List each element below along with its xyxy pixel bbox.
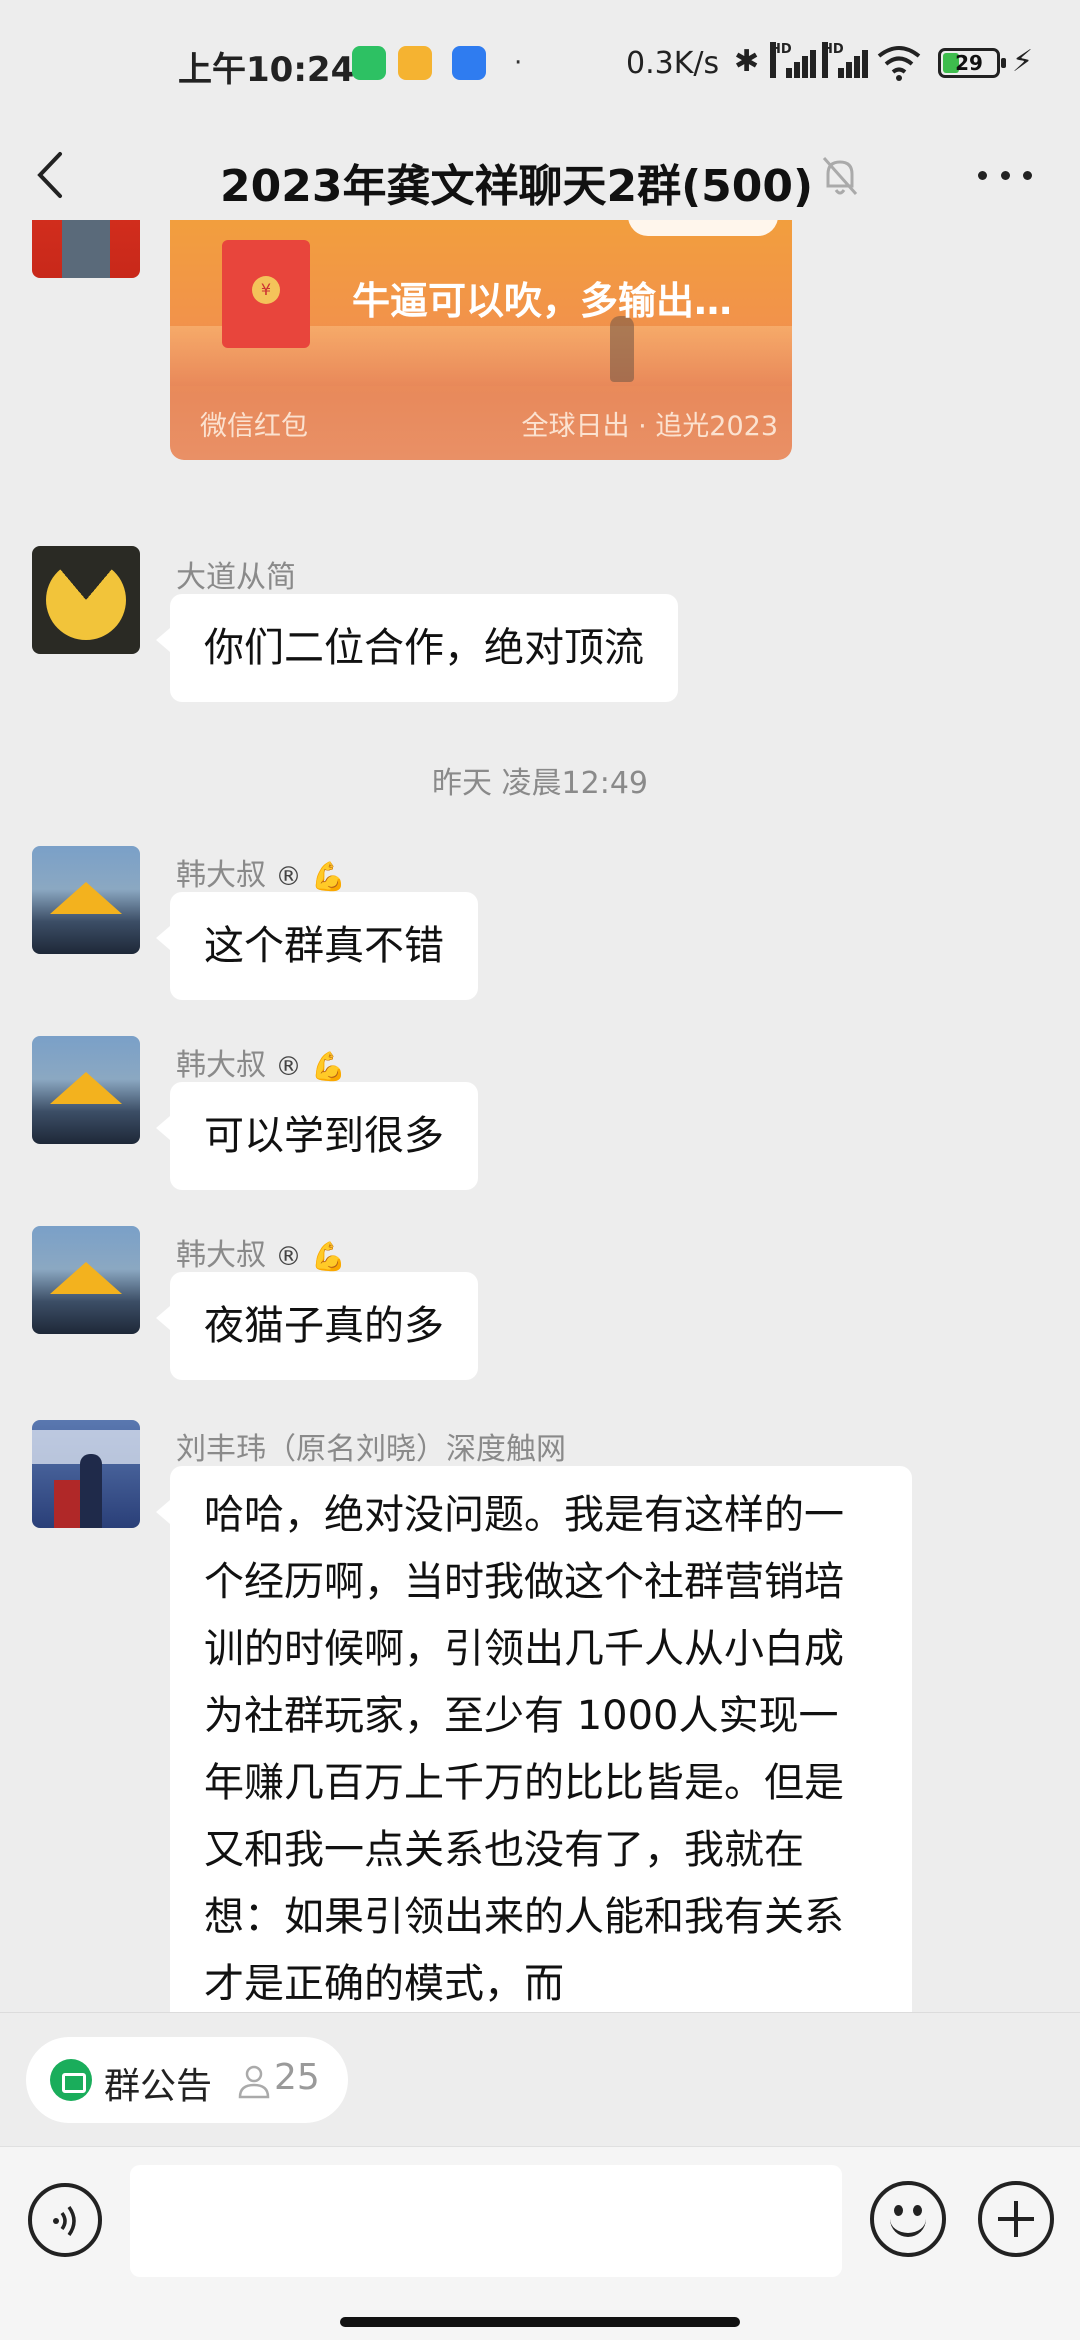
sender-name-text: 韩大叔 [176, 858, 266, 893]
sender-name: 韩大叔 ® 💪 [176, 1230, 346, 1274]
wifi-icon [877, 46, 921, 81]
group-announcement-button[interactable]: 群公告 25 [26, 2037, 348, 2123]
back-button[interactable] [30, 130, 90, 220]
signal-icon: HD [770, 42, 816, 78]
dot-icon [978, 170, 987, 180]
timestamp: 昨天 凌晨12:49 [432, 766, 648, 801]
announcement-bar: 群公告 25 [0, 2012, 1080, 2146]
message-input[interactable] [130, 2165, 842, 2277]
registered-badge: ® [275, 1241, 302, 1272]
more-functions-button[interactable] [978, 2181, 1054, 2257]
chevron-left-icon [37, 152, 62, 198]
avatar[interactable] [32, 1036, 140, 1144]
chat-title: 2023年龚文祥聊天2群(500) [220, 161, 814, 212]
message-bubble[interactable]: 可以学到很多 [156, 1082, 478, 1190]
red-packet-message[interactable]: ¥ 牛逼可以吹，多输出… 微信红包 全球日出 · 追光2023 [170, 220, 792, 460]
dot-icon [1000, 170, 1010, 180]
announcement-icon [50, 2059, 92, 2101]
flexed-biceps-icon: 💪 [311, 860, 346, 893]
member-count: 25 [274, 2057, 320, 2098]
nav-bar: 2023年龚文祥聊天2群(500) [0, 130, 1080, 220]
more-options-button[interactable] [970, 150, 1040, 200]
avatar[interactable] [32, 846, 140, 954]
registered-badge: ® [275, 861, 302, 892]
message-bubble[interactable]: 你们二位合作，绝对顶流 [156, 594, 678, 702]
message-bubble[interactable]: 夜猫子真的多 [156, 1272, 478, 1380]
input-bar [0, 2146, 1080, 2340]
sender-name: 刘丰玮（原名刘晓）深度触网 [176, 1432, 566, 1467]
message-bubble[interactable]: 哈哈，绝对没问题。我是有这样的一个经历啊，当时我做这个社群营销培训的时候啊，引领… [156, 1466, 912, 2012]
chat-messages[interactable]: ¥ 牛逼可以吹，多输出… 微信红包 全球日出 · 追光2023 大道从简 你们二… [0, 220, 1080, 2012]
red-packet-cover-name: 全球日出 · 追光2023 [521, 411, 778, 442]
registered-badge: ® [275, 1051, 302, 1082]
emoji-button[interactable] [870, 2181, 946, 2257]
signal-hd-label: HD [822, 42, 844, 78]
message-bubble[interactable]: 这个群真不错 [156, 892, 478, 1000]
avatar[interactable] [32, 220, 140, 278]
battery-icon: 29 [938, 48, 1006, 78]
voice-input-button[interactable] [28, 2183, 102, 2257]
avatar[interactable] [32, 546, 140, 654]
avatar[interactable] [32, 1226, 140, 1334]
status-bar: 上午10:24 · 0.3K/s ✱ HD HD 29 ⚡ [0, 0, 1080, 130]
signal-icon: HD [822, 42, 868, 78]
sender-name-text: 韩大叔 [176, 1048, 266, 1083]
sender-name-text: 韩大叔 [176, 1238, 266, 1273]
wechat-icon [352, 46, 386, 80]
home-indicator[interactable] [340, 2317, 740, 2327]
avatar[interactable] [32, 1420, 140, 1528]
sender-name: 韩大叔 ® 💪 [176, 850, 346, 894]
dot-icon [1023, 170, 1032, 180]
sender-name: 韩大叔 ® 💪 [176, 1040, 346, 1084]
mute-bell-icon [822, 157, 858, 195]
person-icon [238, 2065, 270, 2099]
voice-wave-icon [53, 2205, 76, 2237]
signal-hd-label: HD [770, 42, 792, 78]
announcement-label: 群公告 [104, 2066, 213, 2107]
smile-icon [894, 2205, 903, 2216]
notes-icon [398, 46, 432, 80]
net-speed: 0.3K/s [626, 46, 720, 81]
status-dot: · [514, 48, 523, 78]
red-packet-title: 牛逼可以吹，多输出… [352, 279, 733, 323]
red-envelope-icon: ¥ [222, 240, 310, 348]
status-time: 上午10:24 [178, 50, 355, 90]
flexed-biceps-icon: 💪 [311, 1240, 346, 1273]
battery-level: 29 [955, 51, 983, 75]
red-packet-label: 微信红包 [200, 411, 308, 442]
radio-icon [452, 46, 486, 80]
flexed-biceps-icon: 💪 [311, 1050, 346, 1083]
charging-icon: ⚡ [1012, 44, 1034, 79]
sender-name: 大道从简 [176, 560, 296, 595]
bluetooth-icon: ✱ [734, 44, 760, 79]
